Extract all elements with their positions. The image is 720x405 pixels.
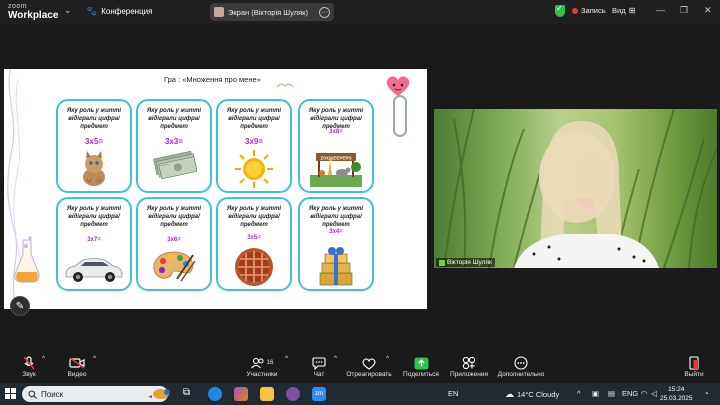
audio-options-chevron-icon[interactable]: ^: [42, 355, 45, 362]
paw-icon: 🐾: [86, 6, 98, 16]
chevron-down-icon[interactable]: ⌄: [64, 5, 72, 16]
apps-button[interactable]: Приложения: [449, 355, 489, 378]
palette-image: [153, 251, 196, 282]
bird-widget-icon: [148, 389, 170, 399]
participants-options-chevron-icon[interactable]: ^: [285, 355, 288, 362]
react-options-chevron-icon[interactable]: ^: [386, 355, 389, 362]
participant-video-tile[interactable]: Вікторія Шуляк: [434, 109, 717, 268]
chat-options-chevron-icon[interactable]: ^: [334, 355, 337, 362]
sun-image: [235, 150, 273, 188]
mic-muted-icon: [23, 356, 35, 370]
task-view-icon[interactable]: ⧉: [183, 387, 197, 401]
copilot-icon[interactable]: [234, 387, 248, 401]
participants-icon: [250, 357, 264, 369]
gift-image: [319, 247, 353, 286]
tray-overflow-icon[interactable]: ^: [577, 389, 581, 398]
viber-icon[interactable]: [286, 387, 300, 401]
pie-image: [235, 248, 273, 286]
taskbar-search-box[interactable]: Поиск: [22, 386, 170, 402]
flask-doodle-icon: [14, 236, 40, 283]
chat-button[interactable]: Чат: [308, 355, 330, 378]
video-feed-image: [443, 109, 717, 268]
shared-slide: Гра : «Множення про мене» Яку роль у жит…: [4, 69, 427, 309]
kitten-image: [83, 151, 105, 186]
share-screen-icon: [414, 357, 428, 369]
record-indicator[interactable]: Запись: [572, 6, 606, 15]
maximize-icon[interactable]: ❐: [680, 5, 688, 16]
windows-start-icon[interactable]: [5, 388, 16, 399]
card-4[interactable]: Яку роль у житті відіграли цифра/предмет…: [298, 99, 374, 193]
zoo-image: ZOOKEEPERS: [310, 153, 362, 187]
heart-sticker-icon: [386, 76, 410, 96]
more-icon: [514, 356, 528, 370]
language-indicator-right[interactable]: ENG: [622, 389, 638, 398]
heart-icon: [362, 357, 376, 370]
bird-doodle-icon: [276, 83, 294, 88]
tray-camera-icon[interactable]: ▤: [608, 389, 615, 398]
windows-taskbar: Поиск ⧉ zm EN ☁ 14°C Cloudy ^ ▣ ▤ ENG ◠ …: [0, 383, 720, 405]
close-icon[interactable]: ✕: [704, 5, 712, 16]
slide-title: Гра : «Множення про мене»: [164, 75, 261, 84]
meeting-label: Конференция: [101, 7, 153, 16]
card-2[interactable]: Яку роль у житті відіграли цифра/предмет…: [136, 99, 212, 193]
leave-icon: [689, 356, 699, 370]
zoom-top-bar: zoom Workplace ⌄ 🐾 Конференция Экран (Ві…: [0, 0, 720, 24]
participants-button[interactable]: 16 Участники: [244, 355, 280, 378]
screen-share-indicator[interactable]: Экран (Вікторія Шуляк) ···: [210, 3, 334, 21]
meeting-toolbar: Звук ^ Видео ^ 16 Участники ^ Чат ^ Отре…: [0, 352, 720, 383]
more-icon[interactable]: ···: [319, 6, 330, 18]
card-8[interactable]: Яку роль у житті відіграли цифра/предмет…: [298, 197, 374, 291]
zoo-sign-text: ZOOKEEPERS: [320, 156, 351, 161]
card-7[interactable]: Яку роль у житті відіграли цифра/предмет…: [216, 197, 292, 291]
share-label: Экран (Вікторія Шуляк): [228, 7, 308, 17]
share-screen-button[interactable]: Поделиться: [402, 355, 440, 378]
chat-icon: [312, 356, 326, 370]
camera-icon: [69, 357, 85, 369]
annotate-pen-button[interactable]: ✎: [10, 296, 30, 316]
participants-count: 16: [266, 360, 274, 366]
signal-bars-icon: [439, 259, 445, 266]
video-options-chevron-icon[interactable]: ^: [93, 355, 96, 362]
card-3[interactable]: Яку роль у житті відіграли цифра/предмет…: [216, 99, 292, 193]
encryption-shield-icon[interactable]: [555, 4, 565, 17]
taskbar-clock[interactable]: 15:24 25.03.2025: [660, 385, 693, 403]
avatar: [214, 7, 224, 17]
minimize-icon[interactable]: —: [656, 5, 665, 15]
card-6[interactable]: Яку роль у житті відіграли цифра/предмет…: [136, 197, 212, 291]
card-5[interactable]: Яку роль у житті відіграли цифра/предмет…: [56, 197, 132, 291]
apps-icon: [462, 356, 476, 370]
paperclip-icon: [393, 95, 407, 137]
money-image: [153, 150, 197, 179]
edge-browser-icon[interactable]: [208, 387, 222, 401]
cloud-icon: ☁: [505, 389, 514, 399]
car-image: [65, 258, 123, 282]
zoom-logo: zoom Workplace: [8, 3, 59, 21]
meeting-menu[interactable]: 🐾 Конференция: [86, 6, 152, 17]
more-button[interactable]: Дополнительно: [496, 355, 546, 378]
language-indicator-left[interactable]: EN: [448, 389, 458, 398]
record-dot-icon: [572, 7, 578, 14]
card-1[interactable]: Яку роль у житті відіграли цифра/предмет…: [56, 99, 132, 193]
leave-button[interactable]: Выйти: [682, 355, 706, 378]
weather-widget[interactable]: ☁ 14°C Cloudy: [505, 389, 559, 400]
participant-name-tag: Вікторія Шуляк: [436, 258, 495, 267]
audio-button[interactable]: Звук: [18, 355, 40, 378]
grid-icon: ⊞: [628, 6, 636, 15]
search-icon: [28, 389, 37, 399]
zoom-app-icon[interactable]: zm: [312, 387, 326, 401]
tray-app-icon[interactable]: ▣: [592, 389, 599, 398]
video-button[interactable]: Видео: [64, 355, 90, 378]
view-menu[interactable]: Вид ⊞: [612, 6, 635, 15]
volume-icon[interactable]: ◁: [651, 389, 657, 398]
notifications-icon[interactable]: ◔: [704, 389, 709, 398]
wifi-icon[interactable]: ◠: [641, 389, 648, 398]
file-explorer-icon[interactable]: [260, 387, 274, 401]
pen-icon: ✎: [15, 300, 25, 312]
zoom-window: zoom Workplace ⌄ 🐾 Конференция Экран (Ві…: [0, 0, 720, 405]
